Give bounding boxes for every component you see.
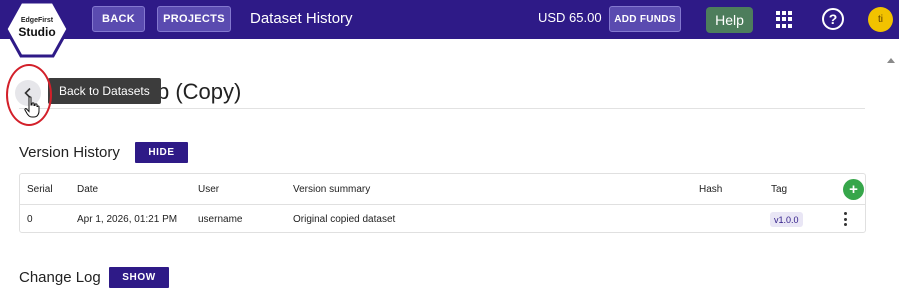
- column-header-serial: Serial: [27, 184, 53, 195]
- back-tooltip: Back to Datasets: [48, 78, 161, 104]
- user-avatar[interactable]: ti: [868, 7, 893, 32]
- hand-pointer-cursor-icon: [24, 96, 40, 118]
- row-summary: Original copied dataset: [293, 214, 396, 225]
- projects-button[interactable]: PROJECTS: [157, 6, 231, 32]
- hide-version-history-button[interactable]: HIDE: [135, 142, 188, 163]
- column-header-hash: Hash: [699, 184, 723, 195]
- column-header-version-summary: Version summary: [293, 184, 371, 195]
- column-header-user: User: [198, 184, 220, 195]
- row-date: Apr 1, 2026, 01:21 PM: [77, 214, 178, 225]
- apps-grid-icon[interactable]: [776, 11, 793, 28]
- page-title: Dataset History: [250, 10, 353, 27]
- add-version-button[interactable]: +: [843, 179, 864, 200]
- row-serial: 0: [27, 214, 33, 225]
- add-funds-button[interactable]: ADD FUNDS: [609, 6, 681, 32]
- edgefirst-studio-logo[interactable]: EdgeFirst Studio: [4, 0, 70, 58]
- version-tag-badge: v1.0.0: [770, 212, 803, 227]
- back-button[interactable]: BACK: [92, 6, 145, 32]
- logo-text-bottom: Studio: [18, 25, 56, 39]
- question-circle-icon[interactable]: ?: [822, 8, 844, 30]
- help-button[interactable]: Help: [706, 7, 753, 33]
- scroll-up-arrow-icon[interactable]: [887, 58, 895, 63]
- column-header-tag: Tag: [771, 184, 788, 195]
- account-balance: USD 65.00: [538, 10, 602, 25]
- show-change-log-button[interactable]: SHOW: [109, 267, 169, 288]
- logo-text-top: EdgeFirst: [20, 17, 54, 24]
- table-header-row: Serial Date User Version summary Hash Ta…: [20, 174, 865, 205]
- row-actions-kebab-icon[interactable]: [842, 212, 848, 226]
- dataset-heading: p (Copy): [157, 79, 242, 104]
- version-history-table: Serial Date User Version summary Hash Ta…: [19, 173, 866, 233]
- heading-divider: [19, 108, 865, 109]
- row-user: username: [198, 214, 243, 225]
- column-header-date: Date: [77, 184, 99, 195]
- version-history-label: Version History: [19, 144, 120, 161]
- change-log-label: Change Log: [19, 269, 101, 286]
